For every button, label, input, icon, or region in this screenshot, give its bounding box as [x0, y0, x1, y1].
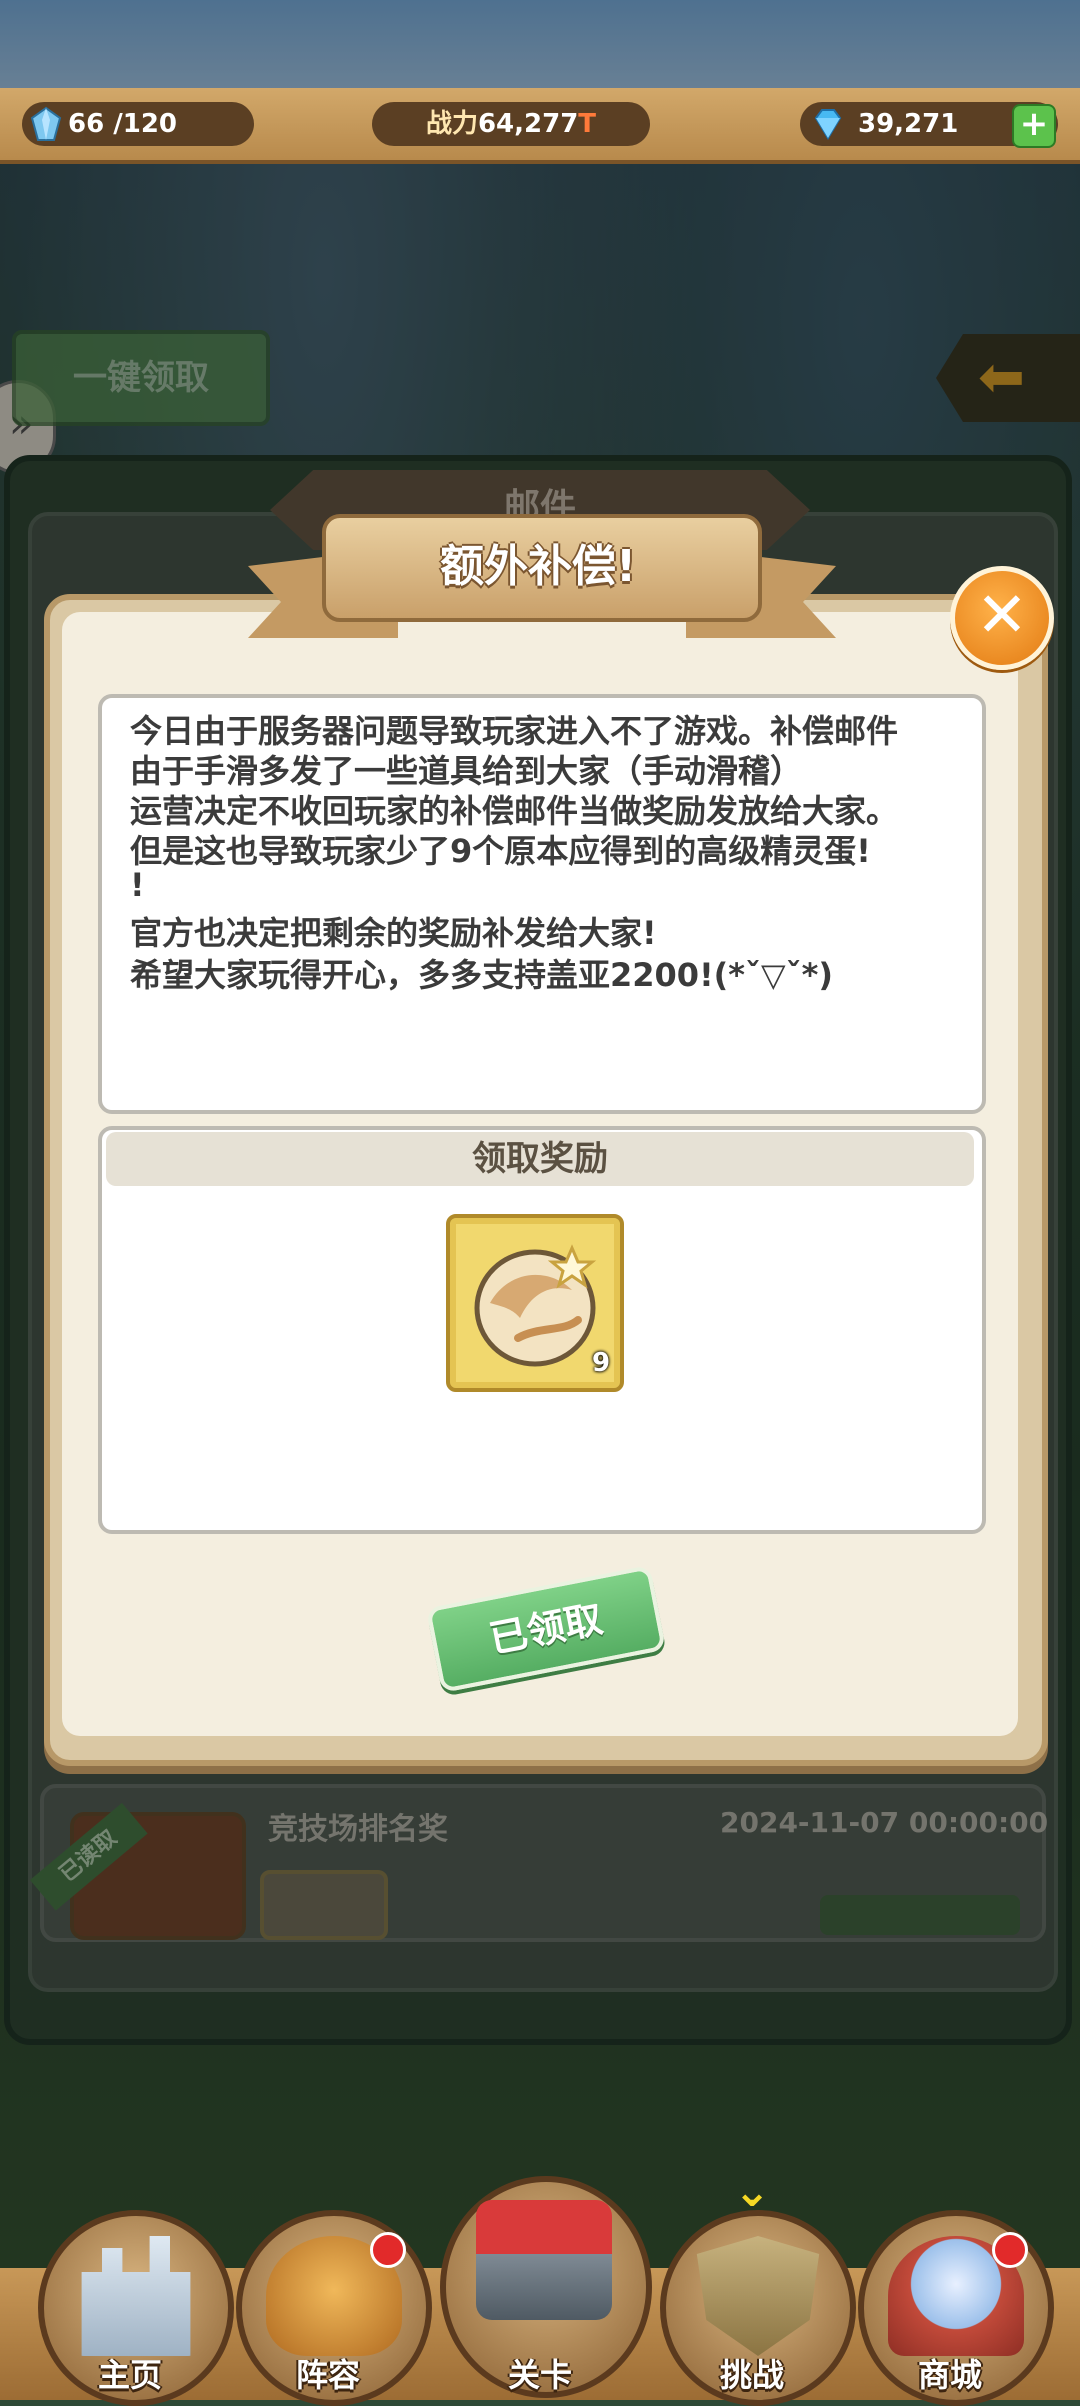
shield-swords-icon	[696, 2236, 820, 2356]
reward-item-count: 9	[592, 1348, 611, 1378]
message-line: 官方也决定把剩余的奖励补发给大家!	[130, 914, 657, 952]
resource-bar: 66 /120 战力64,277T 39,271 +	[0, 88, 1080, 164]
chevron-down-icon: ⌄	[733, 2166, 771, 2217]
plus-icon[interactable]: +	[1012, 104, 1056, 148]
nav-stage-label: 关卡	[507, 2356, 572, 2394]
notification-badge	[992, 2232, 1028, 2268]
crystal-icon	[30, 106, 62, 141]
spirit-egg-icon	[474, 1244, 597, 1367]
gem-counter: 39,271 +	[800, 102, 1058, 148]
nav-shop-label: 商城	[917, 2356, 982, 2394]
gem-value: 39,271	[858, 109, 959, 139]
nav-lineup-label: 阵容	[295, 2356, 360, 2394]
pirate-fortress-icon	[476, 2200, 612, 2320]
castle-icon	[81, 2236, 191, 2356]
message-line: 希望大家玩得开心，多多支持盖亚2200!(*ˇ▽ˇ*)	[130, 956, 833, 994]
power-unit: T	[578, 109, 597, 139]
message-line: 但是这也导致玩家少了9个原本应得到的高级精灵蛋!	[130, 832, 871, 870]
close-button[interactable]: ✕	[950, 566, 1054, 670]
stamina-value: 66 /120	[68, 109, 178, 139]
stamina-counter: 66 /120	[22, 102, 254, 146]
message-line: !	[130, 866, 145, 904]
notification-badge	[370, 2232, 406, 2268]
dialog-title: 额外补偿!	[439, 541, 637, 592]
power-label: 战力	[425, 109, 478, 139]
diamond-icon	[814, 109, 842, 140]
combat-power: 战力64,277T	[372, 102, 650, 146]
nav-home-label: 主页	[97, 2356, 162, 2394]
nav-challenge-label: 挑战	[719, 2356, 784, 2394]
reward-header: 领取奖励	[106, 1132, 974, 1186]
power-value: 64,277	[477, 109, 579, 139]
close-icon: ✕	[976, 578, 1028, 651]
